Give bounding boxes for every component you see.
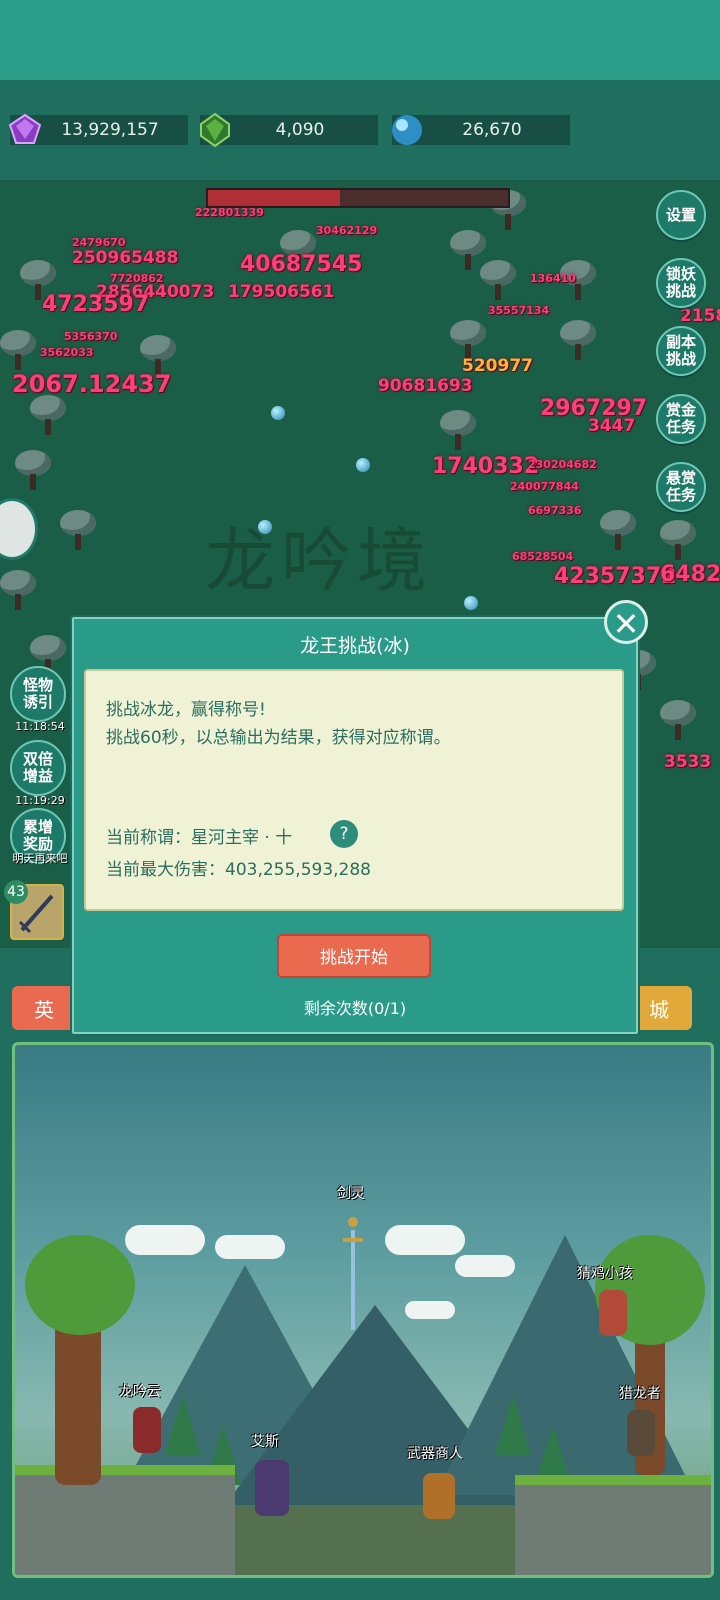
damage-number: 520977 [462,356,533,376]
reward-task-button[interactable]: 悬赏 任务 [656,462,706,512]
tree-monster [60,510,96,550]
lock-demon-challenge-button[interactable]: 锁妖 挑战 [656,258,706,308]
weapon-merchant-npc[interactable] [423,1473,455,1519]
long-yinyun-npc[interactable] [133,1407,161,1453]
resource-orbs: 26,670 [392,115,570,145]
resource-gems: 13,929,157 [8,113,188,145]
damage-number: 240077844 [510,480,579,493]
tree-monster [450,320,486,360]
tree-monster [660,700,696,740]
challenge-rules: 挑战60秒，以总输出为结果，获得对应称谓。 [106,728,451,748]
damage-number: 42357372 [554,564,677,589]
top-status-area [0,0,720,80]
damage-number: 3447 [588,416,636,436]
dragon-challenge-dialog: 龙王挑战(冰) 挑战冰龙，赢得称号! 挑战60秒，以总输出为结果，获得对应称谓。… [70,615,640,1036]
current-title: 当前称谓：星河主宰 · 十 [106,828,293,848]
damage-number: 30462129 [316,224,378,237]
gems-value: 13,929,157 [61,120,159,140]
cloud [125,1225,205,1255]
big-tree [25,1235,135,1485]
bounty-task-button[interactable]: 赏金 任务 [656,394,706,444]
damage-number: 35557134 [488,304,550,317]
tab-hero[interactable]: 英 [12,986,76,1030]
boss-hp-bar [206,188,510,208]
mana-orb [464,596,478,610]
npc-label-weapon-merchant: 武器商人 [407,1446,463,1462]
double-boost-timer: 11:19:29 [15,794,65,807]
tree-monster [140,335,176,375]
dialog-content: 挑战冰龙，赢得称号! 挑战60秒，以总输出为结果，获得对应称谓。 当前称谓：星河… [84,669,624,911]
tree-monster [30,395,66,435]
dialog-title: 龙王挑战(冰) [300,635,410,657]
game-watermark: 龙吟境 [205,520,433,602]
damage-number: 6482 [660,562,720,587]
damage-number: 179506561 [228,282,335,302]
orbs-value: 26,670 [462,120,522,140]
npc-label-chicken-kid: 猜鸡小孩 [577,1266,633,1282]
npc-label-sword-spirit: 剑灵 [337,1186,365,1202]
damage-number: 1740332 [432,454,540,479]
npc-label-long-yinyun: 龙吟云 [119,1384,161,1400]
tree-monster [480,260,516,300]
settings-button[interactable]: 设置 [656,190,706,240]
monster-lure-button[interactable]: 怪物 诱引 [10,666,66,722]
cloud [215,1235,285,1259]
npc-label-dragon-hunter: 猎龙者 [619,1386,661,1402]
challenge-intro: 挑战冰龙，赢得称号! [106,700,266,720]
cliff-right [515,1475,711,1575]
mana-orb [356,458,370,472]
damage-number: 68528504 [512,550,574,563]
town-scene: 剑灵 猜鸡小孩 龙吟云 猎龙者 艾斯 武器商人 [12,1042,714,1578]
cumulative-reward-status: 明天再来吧 [12,852,68,865]
damage-number: 230204682 [528,458,597,471]
resource-crystals: 4,090 [200,112,378,148]
damage-number: 250965488 [72,248,179,268]
current-max-damage: 当前最大伤害：403,255,593,288 [106,860,372,880]
dragon-hunter-npc[interactable] [627,1410,655,1456]
blue-orb-icon [392,115,422,145]
close-icon[interactable]: ✕ [604,600,648,644]
tree-monster [660,520,696,560]
damage-number: 4723597 [42,292,150,317]
damage-number: 3562033 [40,346,94,359]
dungeon-challenge-button[interactable]: 副本 挑战 [656,326,706,376]
mana-orb [271,406,285,420]
pine-tree [165,1395,201,1455]
help-icon[interactable]: ? [330,820,358,848]
damage-number: 90681693 [378,376,473,396]
double-boost-button[interactable]: 双倍 增益 [10,740,66,796]
tree-monster [560,320,596,360]
damage-number: 215880 [680,306,720,326]
purple-gem-icon [8,113,42,144]
monster-lure-timer: 11:18:54 [15,720,65,733]
tree-monster [15,450,51,490]
damage-number: 40687545 [240,252,363,277]
tree-monster [0,330,36,370]
damage-number: 136410 [530,272,576,285]
damage-number: 6697336 [528,504,582,517]
damage-number: 222801339 [195,206,264,219]
start-challenge-button[interactable]: 挑战开始 [277,934,431,978]
green-crystal-icon [200,112,230,148]
pine-tree [495,1395,531,1455]
crystals-value: 4,090 [275,120,325,140]
npc-label-ice: 艾斯 [251,1434,279,1450]
slot-count: 43 [4,880,28,904]
tree-monster [440,410,476,450]
sword-spirit-npc[interactable] [341,1210,365,1335]
chicken-kid-npc[interactable] [599,1290,627,1336]
tree-monster [600,510,636,550]
damage-number: 3533 [664,752,712,772]
tree-monster [0,570,36,610]
ice-wizard-npc[interactable] [255,1460,289,1516]
damage-number: 5356370 [64,330,118,343]
remaining-attempts: 剩余次数(0/1) [303,999,407,1018]
damage-number: 2067.12437 [12,370,172,398]
